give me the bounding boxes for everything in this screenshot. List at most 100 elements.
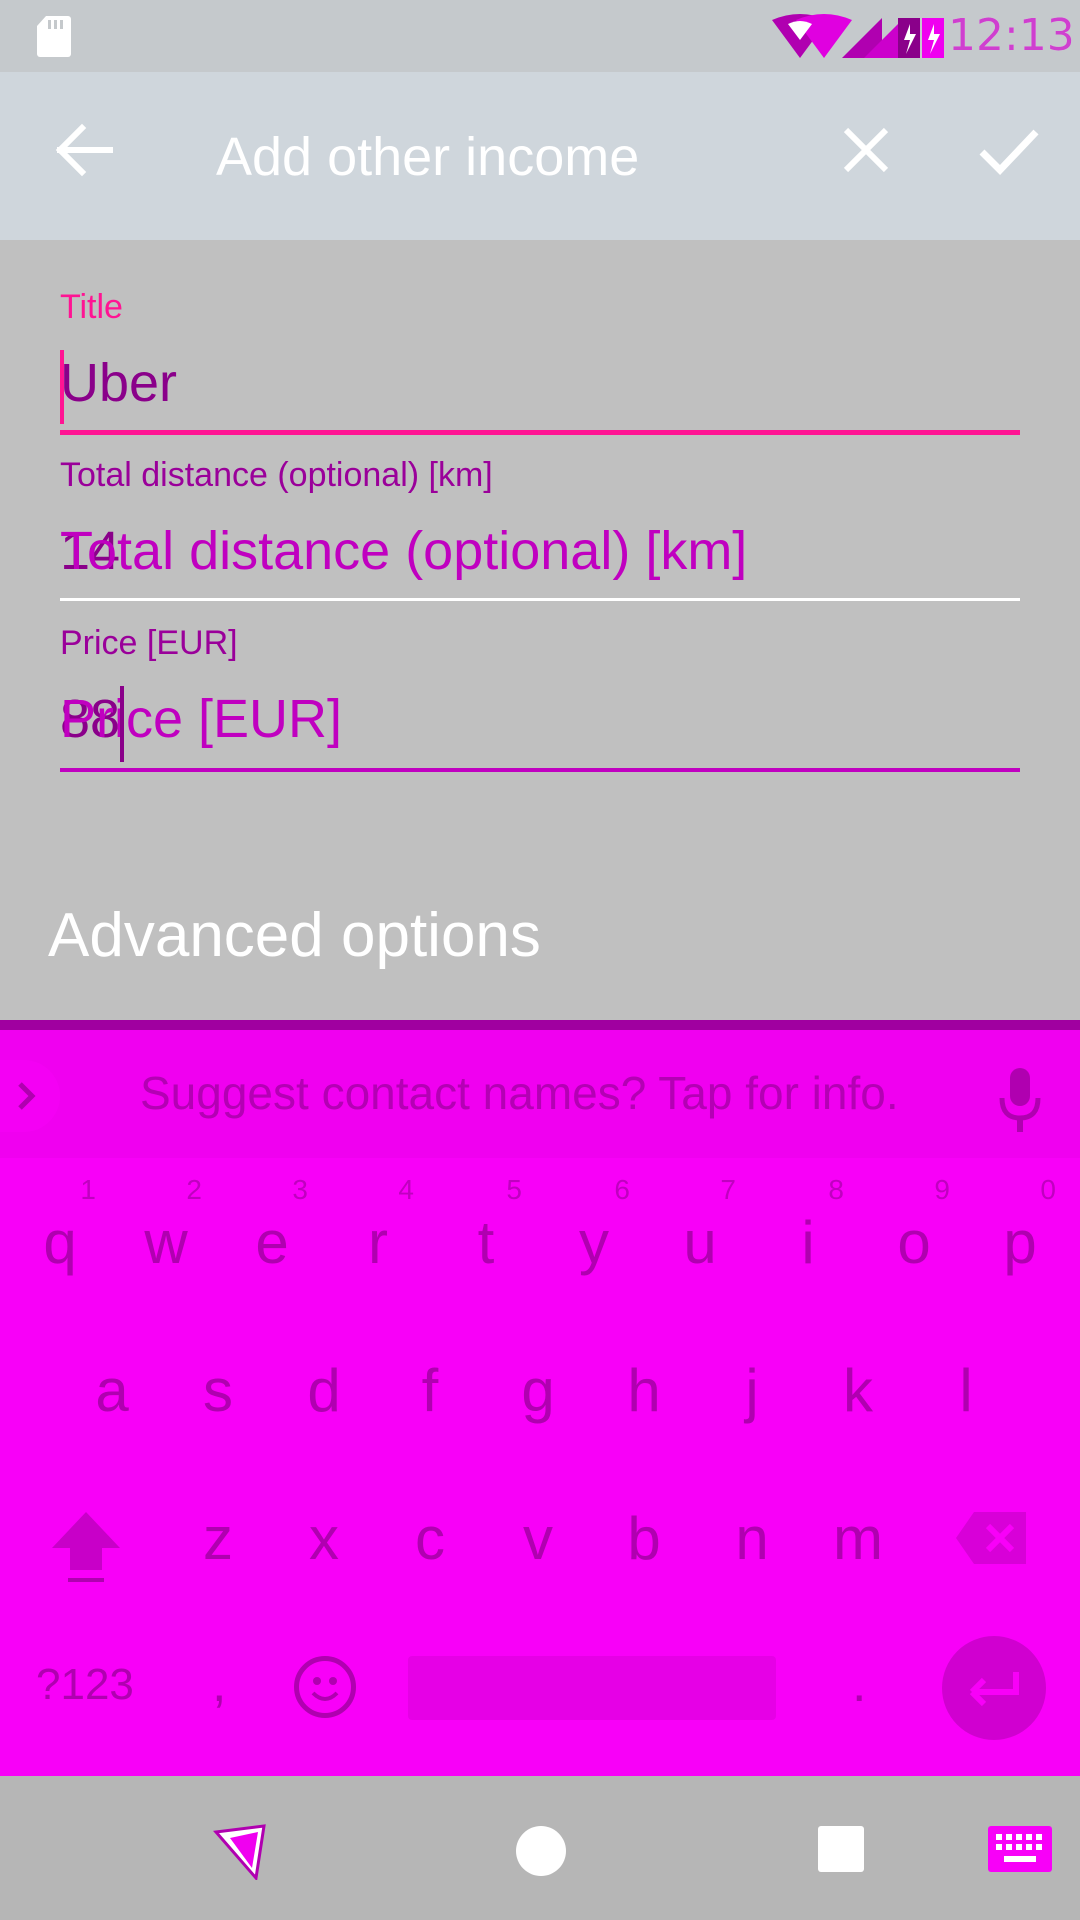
key-number-hint: 4 — [398, 1174, 414, 1205]
key-w[interactable]: w2 — [126, 1174, 206, 1277]
key-h[interactable]: h — [604, 1356, 684, 1425]
price-field[interactable]: 88 Price [EUR] — [60, 686, 1020, 776]
advanced-options-toggle[interactable]: Advanced options — [48, 900, 541, 971]
key-label: r — [368, 1209, 388, 1276]
key-label: s — [203, 1357, 233, 1424]
key-n[interactable]: n — [712, 1504, 792, 1573]
key-label: m — [833, 1505, 883, 1572]
close-icon[interactable] — [830, 114, 902, 186]
key-number-hint: 7 — [720, 1174, 736, 1205]
key-d[interactable]: d — [284, 1356, 364, 1425]
distance-underline — [60, 598, 1020, 601]
key-j[interactable]: j — [712, 1356, 792, 1425]
enter-button[interactable] — [942, 1636, 1046, 1740]
key-u[interactable]: u7 — [660, 1174, 740, 1277]
keyboard-top-border — [0, 1020, 1080, 1030]
backspace-icon[interactable] — [956, 1510, 1028, 1566]
key-label: q — [43, 1209, 77, 1276]
key-number-hint: 8 — [828, 1174, 844, 1205]
title-label: Title — [60, 288, 123, 326]
key-o[interactable]: o9 — [874, 1174, 954, 1277]
key-label: y — [579, 1209, 609, 1276]
key-x[interactable]: x — [284, 1504, 364, 1573]
period-key[interactable]: . — [852, 1654, 866, 1714]
key-label: x — [309, 1505, 339, 1572]
key-label: u — [683, 1209, 717, 1276]
shift-icon[interactable] — [48, 1508, 124, 1588]
key-g[interactable]: g — [498, 1356, 578, 1425]
title-field[interactable]: Uber — [60, 350, 1020, 440]
price-placeholder: Price [EUR] — [60, 689, 343, 749]
clock-overlay: 12:13 — [948, 10, 1075, 61]
smile-icon — [311, 1677, 339, 1701]
key-number-hint: 5 — [506, 1174, 522, 1205]
keyboard-icon — [996, 1834, 1042, 1862]
key-t[interactable]: t5 — [446, 1174, 526, 1277]
microphone-icon[interactable] — [996, 1066, 1044, 1136]
symbols-key[interactable]: ?123 — [36, 1660, 134, 1710]
key-e[interactable]: e3 — [232, 1174, 312, 1277]
key-label: e — [255, 1209, 289, 1276]
nav-home-icon[interactable] — [516, 1826, 566, 1876]
key-c[interactable]: c — [390, 1504, 470, 1573]
key-b[interactable]: b — [604, 1504, 684, 1573]
distance-placeholder: Total distance (optional) [km] — [60, 521, 748, 581]
key-r[interactable]: r4 — [338, 1174, 418, 1277]
key-l[interactable]: l — [926, 1356, 1006, 1425]
title-value: Uber — [60, 353, 178, 413]
key-a[interactable]: a — [72, 1356, 152, 1425]
battery-charging-icon — [898, 18, 944, 58]
chevron-right-icon — [18, 1082, 36, 1110]
title-underline — [60, 430, 1020, 435]
price-underline — [60, 768, 1020, 772]
distance-label: Total distance (optional) [km] — [60, 456, 493, 494]
suggestion-expand-button[interactable] — [0, 1060, 60, 1132]
key-m[interactable]: m — [818, 1504, 898, 1573]
page-title: Add other income — [216, 127, 640, 187]
key-label: b — [627, 1505, 661, 1572]
key-label: t — [477, 1209, 495, 1276]
key-label: p — [1003, 1209, 1037, 1276]
key-p[interactable]: p0 — [980, 1174, 1060, 1277]
key-number-hint: 2 — [186, 1174, 202, 1205]
key-label: i — [801, 1209, 815, 1276]
key-k[interactable]: k — [818, 1356, 898, 1425]
keyboard-switch-icon[interactable] — [988, 1826, 1052, 1872]
text-caret — [120, 686, 124, 762]
key-label: l — [959, 1357, 973, 1424]
space-bar[interactable] — [408, 1656, 776, 1720]
key-s[interactable]: s — [178, 1356, 258, 1425]
key-label: k — [843, 1357, 873, 1424]
suggestion-text[interactable]: Suggest contact names? Tap for info. — [140, 1066, 899, 1120]
key-label: f — [421, 1357, 439, 1424]
key-number-hint: 1 — [80, 1174, 96, 1205]
emoji-icon[interactable] — [294, 1656, 356, 1718]
comma-key[interactable]: , — [212, 1654, 226, 1714]
key-q[interactable]: q1 — [20, 1174, 100, 1277]
key-z[interactable]: z — [178, 1504, 258, 1573]
key-i[interactable]: i8 — [768, 1174, 848, 1277]
distance-field[interactable]: 14 Total distance (optional) [km] — [60, 520, 1020, 601]
key-label: z — [203, 1505, 233, 1572]
enter-icon — [969, 1672, 1019, 1707]
key-label: h — [627, 1357, 661, 1424]
nav-back-icon[interactable] — [212, 1824, 268, 1880]
key-label: c — [415, 1505, 445, 1572]
key-number-hint: 6 — [614, 1174, 630, 1205]
check-icon[interactable] — [972, 114, 1044, 186]
key-y[interactable]: y6 — [554, 1174, 634, 1277]
key-label: n — [735, 1505, 769, 1572]
key-number-hint: 9 — [934, 1174, 950, 1205]
key-f[interactable]: f — [390, 1356, 470, 1425]
key-label: v — [523, 1505, 553, 1572]
sd-card-icon — [37, 16, 71, 57]
key-label: w — [144, 1209, 188, 1276]
key-label: g — [521, 1357, 555, 1424]
nav-recents-icon[interactable] — [818, 1826, 864, 1872]
key-number-hint: 0 — [1040, 1174, 1056, 1205]
key-label: a — [95, 1357, 129, 1424]
key-label: d — [307, 1357, 341, 1424]
back-arrow-icon[interactable] — [48, 114, 120, 186]
key-v[interactable]: v — [498, 1504, 578, 1573]
key-number-hint: 3 — [292, 1174, 308, 1205]
